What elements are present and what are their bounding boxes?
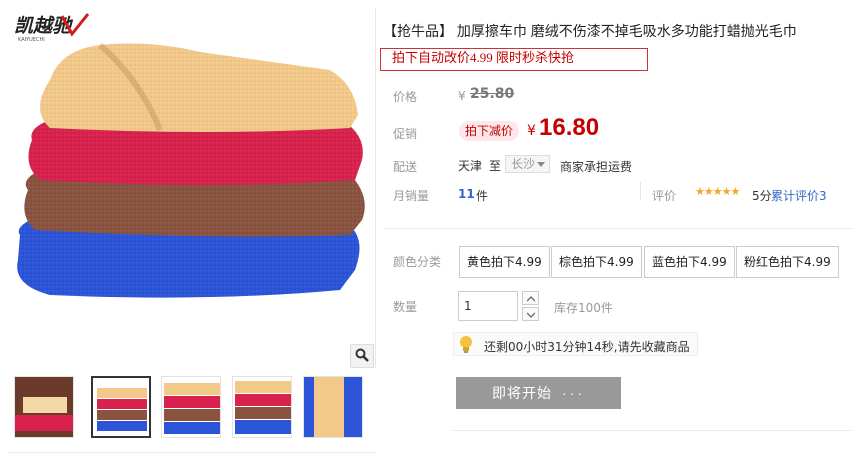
color-option-brown[interactable]: 棕色拍下4.99	[551, 246, 642, 278]
product-title: 【抢牛品】 加厚擦车巾 磨绒不伤漆不掉毛吸水多功能打蜡抛光毛巾	[383, 23, 797, 39]
original-price-currency: ¥	[458, 89, 466, 103]
ship-city-select[interactable]: 长沙	[505, 155, 550, 173]
color-option-blue[interactable]: 蓝色拍下4.99	[644, 246, 735, 278]
arrow-down-icon	[526, 307, 535, 321]
zoom-icon	[355, 348, 369, 365]
divider	[452, 430, 852, 431]
promo-note: 拍下自动改价4.99 限时秒杀快抢	[392, 50, 575, 65]
caret-down-icon	[537, 162, 545, 167]
thumbnail-3[interactable]	[161, 376, 221, 438]
shipping-fee: 商家承担运费	[560, 160, 633, 174]
arrow-up-icon	[526, 291, 535, 305]
thumbnail-strip	[14, 376, 369, 446]
monthly-sales-count: 11	[458, 187, 475, 201]
price-label: 价格	[393, 90, 418, 104]
start-soon-button[interactable]: 即将开始 ···	[456, 377, 621, 409]
brand-logo-text: 凯越驰	[14, 15, 74, 37]
promo-price-currency: ¥	[527, 123, 536, 139]
original-price: 25.80	[470, 86, 515, 102]
thumbnail-1[interactable]	[14, 376, 74, 438]
countdown-text: 还剩00小时31分钟14秒,请先收藏商品	[484, 340, 690, 354]
start-soon-label: 即将开始	[492, 385, 552, 401]
thumbnail-5[interactable]	[303, 376, 363, 438]
thumbnail-4[interactable]	[232, 376, 292, 438]
shipping-label: 配送	[393, 160, 418, 174]
monthly-sales-unit: 件	[476, 189, 489, 203]
divider	[8, 452, 375, 453]
ship-to-word: 至	[489, 159, 502, 173]
main-product-image[interactable]	[10, 40, 370, 340]
ship-city-value: 长沙	[511, 157, 536, 171]
ship-from: 天津	[458, 159, 483, 173]
rating-score: 5分	[752, 189, 772, 203]
promo-label: 促销	[393, 127, 418, 141]
stock-text: 库存100件	[554, 301, 613, 315]
monthly-sales-label: 月销量	[393, 189, 430, 203]
color-option-pink[interactable]: 粉红色拍下4.99	[736, 246, 839, 278]
loading-dots: ···	[562, 385, 585, 401]
divider	[640, 182, 641, 200]
quantity-input[interactable]	[458, 291, 518, 321]
thumbnail-2[interactable]	[91, 376, 151, 438]
lightbulb-icon	[458, 335, 474, 353]
color-option-yellow[interactable]: 黄色拍下4.99	[459, 246, 550, 278]
quantity-label: 数量	[393, 300, 418, 314]
divider	[383, 228, 853, 229]
color-label: 颜色分类	[393, 255, 442, 269]
rating-label: 评价	[652, 189, 677, 203]
rating-stars: ★★★★★	[695, 185, 740, 198]
quantity-decrease-button[interactable]	[522, 307, 539, 321]
promo-badge: 拍下减价	[459, 121, 520, 141]
quantity-increase-button[interactable]	[522, 291, 539, 305]
review-count-link[interactable]: 累计评价3	[771, 187, 827, 204]
zoom-button[interactable]	[350, 344, 374, 368]
promo-price: 16.80	[539, 114, 600, 141]
